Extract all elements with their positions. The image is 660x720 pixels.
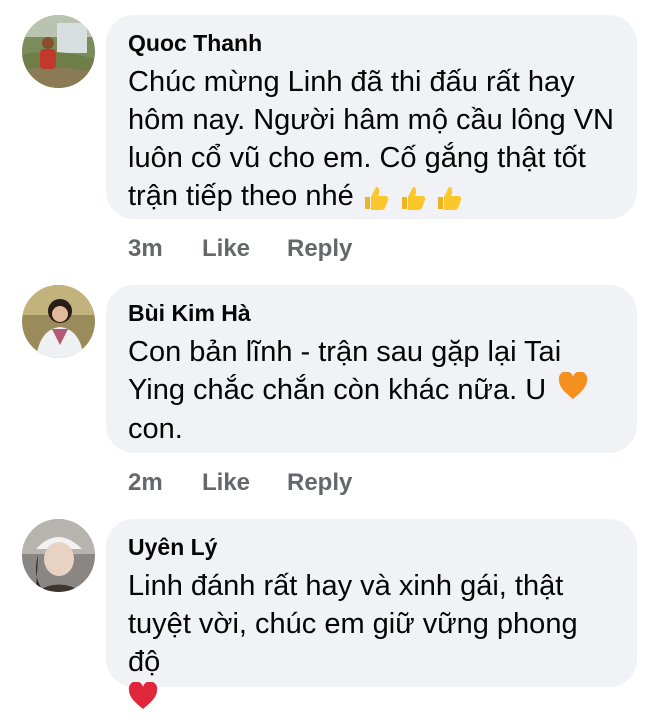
red-heart-icon: [128, 681, 158, 720]
comment-author[interactable]: Bùi Kim Hà: [128, 299, 615, 327]
reply-button[interactable]: Reply: [287, 235, 352, 263]
comment-text-line: Con bản lĩnh - trận sau gặp lại Tai: [128, 336, 562, 368]
avatar-quoc-thanh[interactable]: [22, 15, 95, 88]
avatar-bui-kim-ha[interactable]: [22, 285, 95, 358]
comment-text-line: con.: [128, 413, 183, 446]
comment-text-line: Linh đánh rất hay và xinh gái, thật: [128, 570, 564, 602]
avatar-photo: [22, 519, 95, 592]
thumbs-up-icon: [362, 184, 390, 217]
comment-text-line: Ying chắc chắn còn khác nữa. U: [128, 374, 547, 406]
orange-heart-icon: [558, 371, 588, 410]
comment-bubble: Bùi Kim Hà Con bản lĩnh - trận sau gặp l…: [106, 285, 637, 453]
like-button[interactable]: Like: [202, 235, 250, 263]
comment-time[interactable]: 2m: [128, 469, 163, 497]
comment-bubble: Uyên Lý Linh đánh rất hay và xinh gái, t…: [106, 519, 637, 710]
thumbs-up-icon: [435, 184, 463, 217]
reply-button[interactable]: Reply: [287, 469, 352, 497]
comment-bubble: Quoc Thanh Chúc mừng Linh đã thi đấu rất…: [106, 15, 637, 219]
avatar-uyen-ly[interactable]: [22, 519, 95, 592]
like-button[interactable]: Like: [202, 469, 250, 497]
thumbs-up-icon: [399, 184, 427, 217]
comment-author[interactable]: Uyên Lý: [128, 533, 615, 561]
comment-text-line: tuyệt vời, chúc em giữ vững phong độ: [128, 608, 578, 678]
comment-time[interactable]: 3m: [128, 235, 163, 263]
avatar-photo: [22, 285, 95, 358]
avatar-photo: [22, 15, 95, 88]
comment-author[interactable]: Quoc Thanh: [128, 29, 615, 57]
